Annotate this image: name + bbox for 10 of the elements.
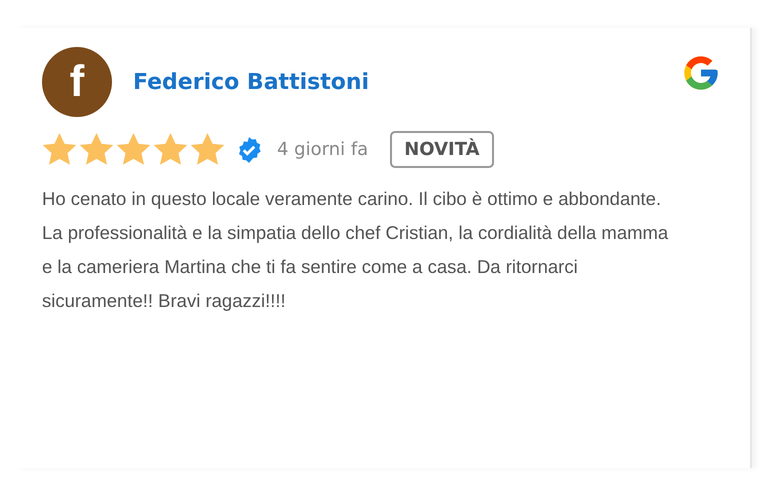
star-icon xyxy=(116,133,151,166)
review-time: 4 giorni fa xyxy=(277,139,368,160)
star-icon xyxy=(153,133,188,166)
review-text: Ho cenato in questo locale veramente carino. Il cibo è ottimo e abbondante. La professionalità e la simpatia dello chef Cristian, la cordialità della mamma e la cameriera Martina che ti fa sentire come a casa. Da ritornarci sicuramente!! Bravi ragazzi!!!! xyxy=(42,187,670,313)
avatar: f xyxy=(42,47,112,117)
new-badge: NOVITÀ xyxy=(390,131,494,168)
star-icon xyxy=(190,133,225,166)
star-icon xyxy=(79,133,114,166)
author-name[interactable]: Federico Battistoni xyxy=(133,70,370,94)
star-icon xyxy=(42,133,77,166)
